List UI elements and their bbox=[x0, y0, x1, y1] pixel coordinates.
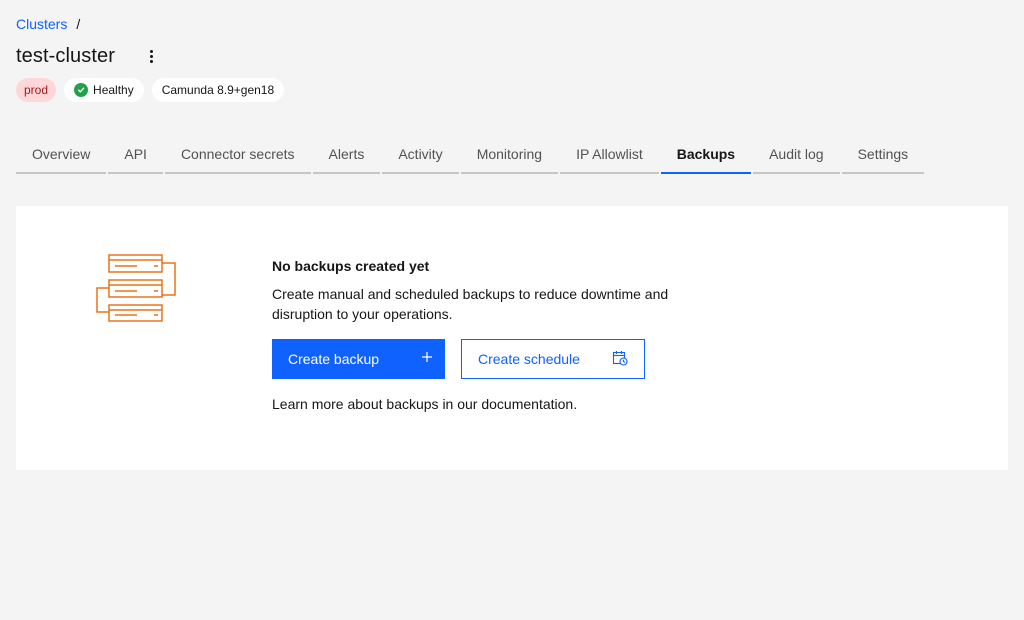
empty-state-content: No backups created yet Create manual and… bbox=[272, 257, 672, 413]
cluster-tags: prod Healthy Camunda 8.9+gen18 bbox=[16, 78, 285, 102]
learn-more-text: Learn more about backups in our document… bbox=[272, 396, 578, 412]
tab-settings[interactable]: Settings bbox=[841, 136, 925, 174]
environment-tag: prod bbox=[16, 78, 57, 102]
create-backup-button[interactable]: Create backup bbox=[272, 339, 445, 379]
tab-monitoring[interactable]: Monitoring bbox=[460, 136, 559, 174]
tab-overview[interactable]: Overview bbox=[16, 136, 107, 174]
create-schedule-button[interactable]: Create schedule bbox=[461, 339, 645, 379]
page: Clusters / test-cluster prod Healthy Cam… bbox=[0, 0, 1024, 620]
breadcrumb-clusters-link[interactable]: Clusters bbox=[16, 16, 67, 32]
empty-state-heading: No backups created yet bbox=[272, 258, 430, 274]
server-stack-icon bbox=[96, 254, 178, 329]
calendar-clock-icon bbox=[612, 350, 628, 369]
tab-activity[interactable]: Activity bbox=[382, 136, 459, 174]
version-tag: Camunda 8.9+gen18 bbox=[151, 78, 285, 102]
health-tag: Healthy bbox=[64, 78, 144, 102]
empty-state-description: Create manual and scheduled backups to r… bbox=[272, 286, 669, 322]
tab-api[interactable]: API bbox=[108, 136, 163, 174]
backups-empty-state: No backups created yet Create manual and… bbox=[16, 206, 1008, 470]
page-title: test-cluster bbox=[16, 44, 116, 67]
tab-ip-allowlist[interactable]: IP Allowlist bbox=[560, 136, 659, 174]
health-tag-label: Healthy bbox=[93, 83, 134, 97]
tab-audit-log[interactable]: Audit log bbox=[753, 136, 840, 174]
breadcrumb-separator: / bbox=[76, 16, 81, 32]
tab-connector-secrets[interactable]: Connector secrets bbox=[164, 136, 311, 174]
title-row: test-cluster bbox=[16, 44, 161, 68]
overflow-menu-vertical-icon[interactable] bbox=[141, 44, 161, 68]
checkmark-filled-icon bbox=[74, 83, 89, 97]
empty-state-actions: Create backup Create schedule bbox=[272, 339, 672, 379]
create-schedule-label: Create schedule bbox=[478, 351, 580, 367]
add-icon bbox=[421, 351, 433, 367]
tab-alerts[interactable]: Alerts bbox=[312, 136, 381, 174]
cluster-tabs: Overview API Connector secrets Alerts Ac… bbox=[16, 136, 926, 174]
create-backup-label: Create backup bbox=[288, 351, 380, 367]
breadcrumb: Clusters / bbox=[16, 16, 80, 32]
tab-backups[interactable]: Backups bbox=[660, 136, 752, 174]
